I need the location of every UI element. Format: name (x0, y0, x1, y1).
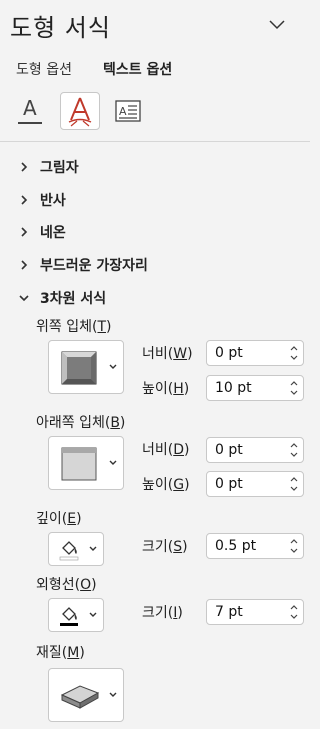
bottom-width-label: 너비(D) (142, 442, 190, 458)
contour-size-label: 크기(I) (142, 605, 183, 621)
spin-arrows-icon[interactable] (289, 475, 299, 493)
bottom-bevel-label: 아래쪽 입체(B) (36, 415, 126, 431)
section-label: 네온 (40, 225, 66, 241)
depth-label: 깊이(E) (36, 511, 82, 527)
spinner-value: 0 pt (215, 442, 243, 458)
depth-size-spinner[interactable]: 0.5 pt (206, 533, 304, 559)
section-soft-edges[interactable]: 부드러운 가장자리 (18, 255, 148, 275)
top-bevel-gallery[interactable] (48, 340, 124, 394)
material-label: 재질(M) (36, 645, 85, 661)
top-height-label: 높이(H) (142, 381, 190, 397)
chevron-down-icon (19, 295, 29, 302)
text-effects-tab[interactable] (60, 92, 100, 130)
chevron-down-icon (109, 364, 117, 369)
section-glow[interactable]: 네온 (18, 222, 66, 242)
svg-text:A: A (23, 96, 37, 120)
bottom-height-spinner[interactable]: 0 pt (206, 471, 304, 497)
spin-arrows-icon[interactable] (289, 603, 299, 621)
top-width-label: 너비(W) (142, 346, 193, 362)
chevron-right-icon (21, 195, 28, 205)
spinner-value: 7 pt (215, 604, 243, 620)
material-gallery[interactable] (48, 668, 124, 722)
pane-title: 도형 서식 (10, 14, 111, 42)
paint-bucket-icon (59, 541, 79, 561)
contour-label: 외형선(O) (36, 577, 97, 593)
section-reflection[interactable]: 반사 (18, 190, 66, 210)
spin-arrows-icon[interactable] (289, 537, 299, 555)
chevron-right-icon (21, 227, 28, 237)
section-label: 부드러운 가장자리 (40, 258, 148, 274)
material-preview-icon (60, 685, 100, 709)
tab-shape-options[interactable]: 도형 옵션 (16, 59, 72, 79)
spin-arrows-icon[interactable] (289, 344, 299, 362)
chevron-down-icon (89, 546, 97, 551)
chevron-down-icon (109, 460, 117, 465)
depth-color-button[interactable] (48, 532, 104, 566)
section-3d-format[interactable]: 3차원 서식 (18, 288, 106, 308)
spinner-value: 0 pt (215, 476, 243, 492)
text-fill-outline-tab[interactable]: A (10, 92, 50, 130)
spin-arrows-icon[interactable] (289, 441, 299, 459)
chevron-right-icon (21, 260, 28, 270)
bottom-height-label: 높이(G) (142, 477, 190, 493)
spin-arrows-icon[interactable] (289, 379, 299, 397)
divider (0, 141, 310, 142)
textbox-icon: A (115, 100, 141, 122)
svg-text:A: A (119, 105, 127, 118)
text-fill-outline-icon: A (18, 96, 42, 124)
bottom-bevel-gallery[interactable] (48, 436, 124, 490)
section-label: 반사 (40, 193, 66, 209)
spinner-value: 10 pt (215, 380, 252, 396)
section-shadow[interactable]: 그림자 (18, 157, 79, 177)
top-width-spinner[interactable]: 0 pt (206, 340, 304, 366)
chevron-right-icon (21, 162, 28, 172)
text-effects-icon (68, 97, 92, 127)
tab-text-options[interactable]: 텍스트 옵션 (103, 59, 172, 79)
contour-color-button[interactable] (48, 598, 104, 632)
textbox-tab[interactable]: A (108, 92, 148, 130)
bottom-width-spinner[interactable]: 0 pt (206, 437, 304, 463)
top-bevel-label: 위쪽 입체(T) (36, 319, 112, 335)
bevel-preview-icon (61, 351, 97, 385)
section-label: 3차원 서식 (40, 291, 107, 307)
top-height-spinner[interactable]: 10 pt (206, 375, 304, 401)
bevel-preview-icon (61, 447, 97, 481)
paint-bucket-icon (60, 607, 78, 626)
contour-size-spinner[interactable]: 7 pt (206, 599, 304, 625)
section-label: 그림자 (40, 160, 79, 176)
depth-size-label: 크기(S) (142, 539, 188, 555)
spinner-value: 0.5 pt (215, 538, 257, 554)
chevron-down-icon (89, 612, 97, 617)
spinner-value: 0 pt (215, 345, 243, 361)
chevron-down-icon (109, 692, 117, 697)
collapse-chevron-icon[interactable] (266, 16, 288, 34)
